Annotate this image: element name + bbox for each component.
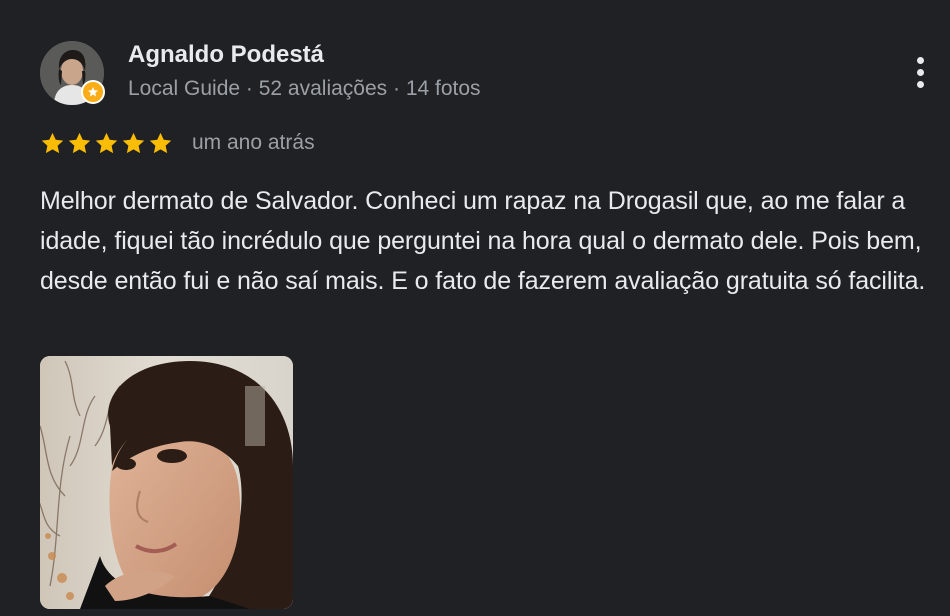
star-icon (68, 132, 91, 153)
author-name[interactable]: Agnaldo Podestá (128, 41, 324, 69)
more-options-button[interactable] (902, 52, 938, 92)
review-photo[interactable] (40, 356, 293, 609)
three-dots-vertical-icon (916, 56, 924, 64)
star-icon (41, 132, 64, 153)
author-avatar[interactable] (40, 41, 105, 105)
three-dots-vertical-icon (916, 68, 924, 76)
review-card: Agnaldo Podestá Local Guide · 52 avaliaç… (0, 0, 950, 616)
star-icon (149, 132, 172, 153)
three-dots-vertical-icon (916, 80, 924, 88)
star-rating (40, 128, 173, 158)
star-icon (95, 132, 118, 153)
star-icon (122, 132, 145, 153)
local-guide-star-icon (81, 80, 105, 104)
review-date: um ano atrás (192, 131, 315, 154)
review-text: Melhor dermato de Salvador. Conheci um r… (40, 187, 926, 295)
author-meta[interactable]: Local Guide · 52 avaliações · 14 fotos (128, 77, 481, 101)
